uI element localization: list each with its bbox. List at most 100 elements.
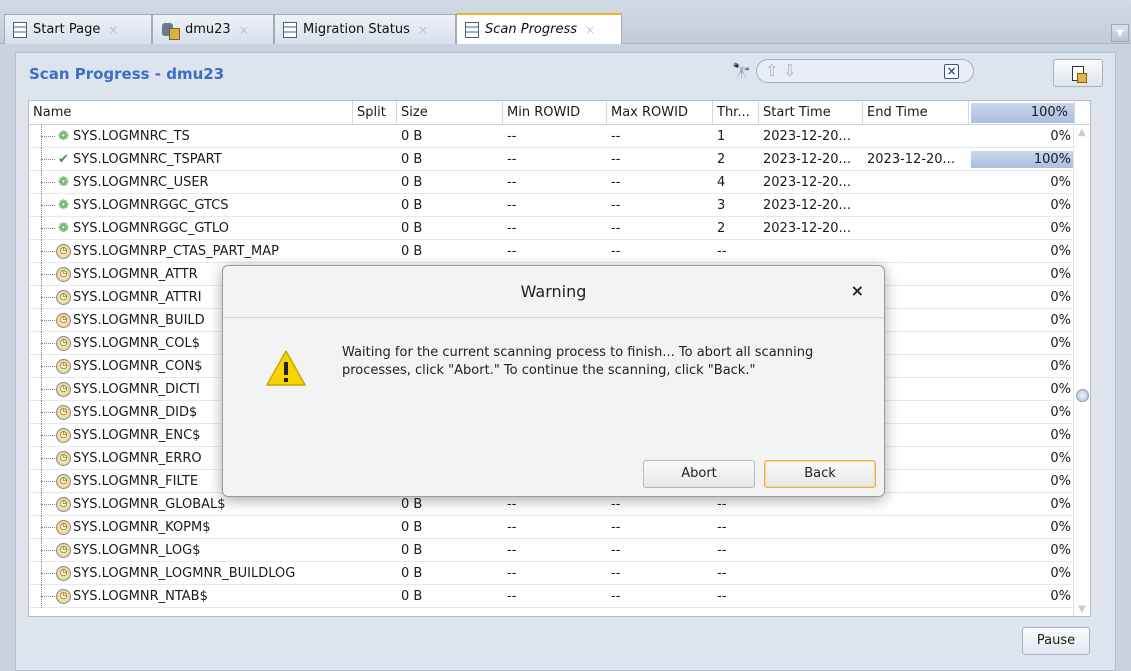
table-row[interactable]: ❁ SYS.LOGMNRGGC_GTLO 0 B -- -- 2 2023-12-20...… <box>29 217 1075 240</box>
table-row[interactable]: ◷ SYS.LOGMNR_LOGMNR_BUILDLOG 0 B -- -- -- 0% <box>29 562 1075 585</box>
cell-start-time: 2023-12-20... <box>763 129 851 144</box>
cell-size: 0 B <box>401 175 423 190</box>
cell-start-time <box>759 539 863 562</box>
document-icon <box>13 21 27 38</box>
table-row[interactable]: ◷ SYS.LOGMNRP_CTAS_PART_MAP 0 B -- -- -- 0% <box>29 240 1075 263</box>
cell-max-rowid: -- <box>611 543 621 558</box>
progress-label: 0% <box>1050 382 1071 397</box>
cell-start-time <box>759 562 863 585</box>
column-header-threads[interactable]: Thr... <box>713 101 759 125</box>
tab-close-icon[interactable]: × <box>585 23 595 37</box>
cell-min-rowid: -- <box>507 543 517 558</box>
table-name-text: SYS.LOGMNR_NTAB$ <box>73 589 208 604</box>
cell-min-rowid: -- <box>507 566 517 581</box>
cell-progress: 0% <box>969 493 1075 516</box>
close-icon[interactable]: × <box>851 281 864 300</box>
scroll-down-icon[interactable]: ▼ <box>1078 604 1086 615</box>
cell-progress: 0% <box>969 355 1075 378</box>
tab-start-page[interactable]: Start Page × <box>4 14 152 44</box>
tree-connector <box>41 343 55 344</box>
cell-progress: 0% <box>969 194 1075 217</box>
table-name-text: SYS.LOGMNR_KOPM$ <box>73 520 211 535</box>
table-row[interactable]: ✔ SYS.LOGMNRC_TSPART 0 B -- -- 2 2023-12-20...… <box>29 148 1075 171</box>
table-row[interactable]: ❁ SYS.LOGMNRGGC_GTCS 0 B -- -- 3 2023-12-20...… <box>29 194 1075 217</box>
table-row[interactable]: ◷ SYS.LOGMNR_KOPM$ 0 B -- -- -- 0% <box>29 516 1075 539</box>
header-progress-label: 100% <box>1030 105 1068 120</box>
tab-close-icon[interactable]: × <box>108 23 118 37</box>
column-header-end-time[interactable]: End Time <box>863 101 969 125</box>
document-icon <box>283 21 297 38</box>
cell-split <box>353 217 397 240</box>
cell-end-time <box>863 194 969 217</box>
arrow-up-icon[interactable]: ⇧ <box>765 63 778 79</box>
clock-icon: ◷ <box>56 474 71 489</box>
vertical-scrollbar[interactable]: ▲ ▼ <box>1073 125 1090 616</box>
table-row[interactable]: ❁ SYS.LOGMNRC_USER 0 B -- -- 4 2023-12-20... 0% <box>29 171 1075 194</box>
table-name-text: SYS.LOGMNR_ENC$ <box>73 428 201 443</box>
column-header-split[interactable]: Split <box>353 101 397 125</box>
cell-progress: 0% <box>969 447 1075 470</box>
tree-connector <box>41 228 55 229</box>
table-row[interactable]: ❁ SYS.LOGMNRC_TS 0 B -- -- 1 2023-12-20... 0% <box>29 125 1075 148</box>
clock-icon: ◷ <box>56 451 71 466</box>
cell-min-rowid: -- <box>507 221 517 236</box>
table-name-text: SYS.LOGMNRC_TS <box>73 129 190 144</box>
column-header-progress[interactable]: 100% <box>969 101 1075 125</box>
table-name-text: SYS.LOGMNRC_USER <box>73 175 209 190</box>
tab-dmu23[interactable]: dmu23 × <box>152 14 274 44</box>
tree-connector <box>41 182 55 183</box>
cell-end-time <box>863 585 969 608</box>
progress-label: 0% <box>1050 520 1071 535</box>
cell-name: ❁ SYS.LOGMNRC_TS <box>29 125 353 148</box>
arrow-down-icon[interactable]: ⇩ <box>783 63 796 79</box>
abort-button[interactable]: Abort <box>643 460 755 488</box>
clear-icon[interactable]: × <box>944 64 959 79</box>
cell-threads: -- <box>717 589 727 604</box>
tab-close-icon[interactable]: × <box>239 23 249 37</box>
back-button[interactable]: Back <box>764 460 876 488</box>
tab-label: Scan Progress <box>485 22 578 37</box>
find-bar: 🔭 ⇧ ⇩ × <box>732 59 974 83</box>
cell-threads: -- <box>717 520 727 535</box>
cell-end-time <box>863 171 969 194</box>
cell-end-time <box>863 516 969 539</box>
progress-label: 0% <box>1050 428 1071 443</box>
pause-button[interactable]: Pause <box>1022 627 1090 655</box>
warning-icon <box>266 350 306 386</box>
table-name-text: SYS.LOGMNR_ATTR <box>73 267 198 282</box>
column-header-start-time[interactable]: Start Time <box>759 101 863 125</box>
cell-min-rowid: -- <box>507 198 517 213</box>
tab-list-dropdown[interactable]: ▼ <box>1111 24 1129 42</box>
scroll-thumb[interactable] <box>1076 389 1089 402</box>
cell-end-time <box>863 240 969 263</box>
find-input[interactable]: ⇧ ⇩ × <box>756 59 974 83</box>
cell-split <box>353 539 397 562</box>
table-row[interactable]: ◷ SYS.LOGMNR_LOG$ 0 B -- -- -- 0% <box>29 539 1075 562</box>
binoculars-icon[interactable]: 🔭 <box>732 62 754 80</box>
cell-max-rowid: -- <box>611 152 621 167</box>
cell-min-rowid: -- <box>507 520 517 535</box>
clock-icon: ◷ <box>56 382 71 397</box>
cell-threads: -- <box>717 543 727 558</box>
tab-scan-progress[interactable]: Scan Progress × <box>456 13 622 44</box>
document-icon <box>465 21 479 38</box>
database-connection-icon <box>161 21 180 40</box>
tab-migration-status[interactable]: Migration Status × <box>274 14 456 44</box>
table-name-text: SYS.LOGMNR_LOG$ <box>73 543 201 558</box>
scroll-up-icon[interactable]: ▲ <box>1078 127 1086 138</box>
column-header-max-rowid[interactable]: Max ROWID <box>607 101 713 125</box>
cell-size: 0 B <box>401 520 423 535</box>
column-header-size[interactable]: Size <box>397 101 503 125</box>
tree-connector <box>41 320 55 321</box>
clock-icon: ◷ <box>56 359 71 374</box>
export-button[interactable] <box>1053 59 1103 87</box>
tree-connector <box>41 596 55 597</box>
cell-progress: 0% <box>969 585 1075 608</box>
table-row[interactable]: ◷ SYS.LOGMNR_NTAB$ 0 B -- -- -- 0% <box>29 585 1075 608</box>
clock-icon: ◷ <box>56 244 71 259</box>
cell-progress: 0% <box>969 378 1075 401</box>
column-header-min-rowid[interactable]: Min ROWID <box>503 101 607 125</box>
column-header-name[interactable]: Name <box>29 101 353 125</box>
tab-close-icon[interactable]: × <box>418 23 428 37</box>
progress-label: 0% <box>1050 336 1071 351</box>
